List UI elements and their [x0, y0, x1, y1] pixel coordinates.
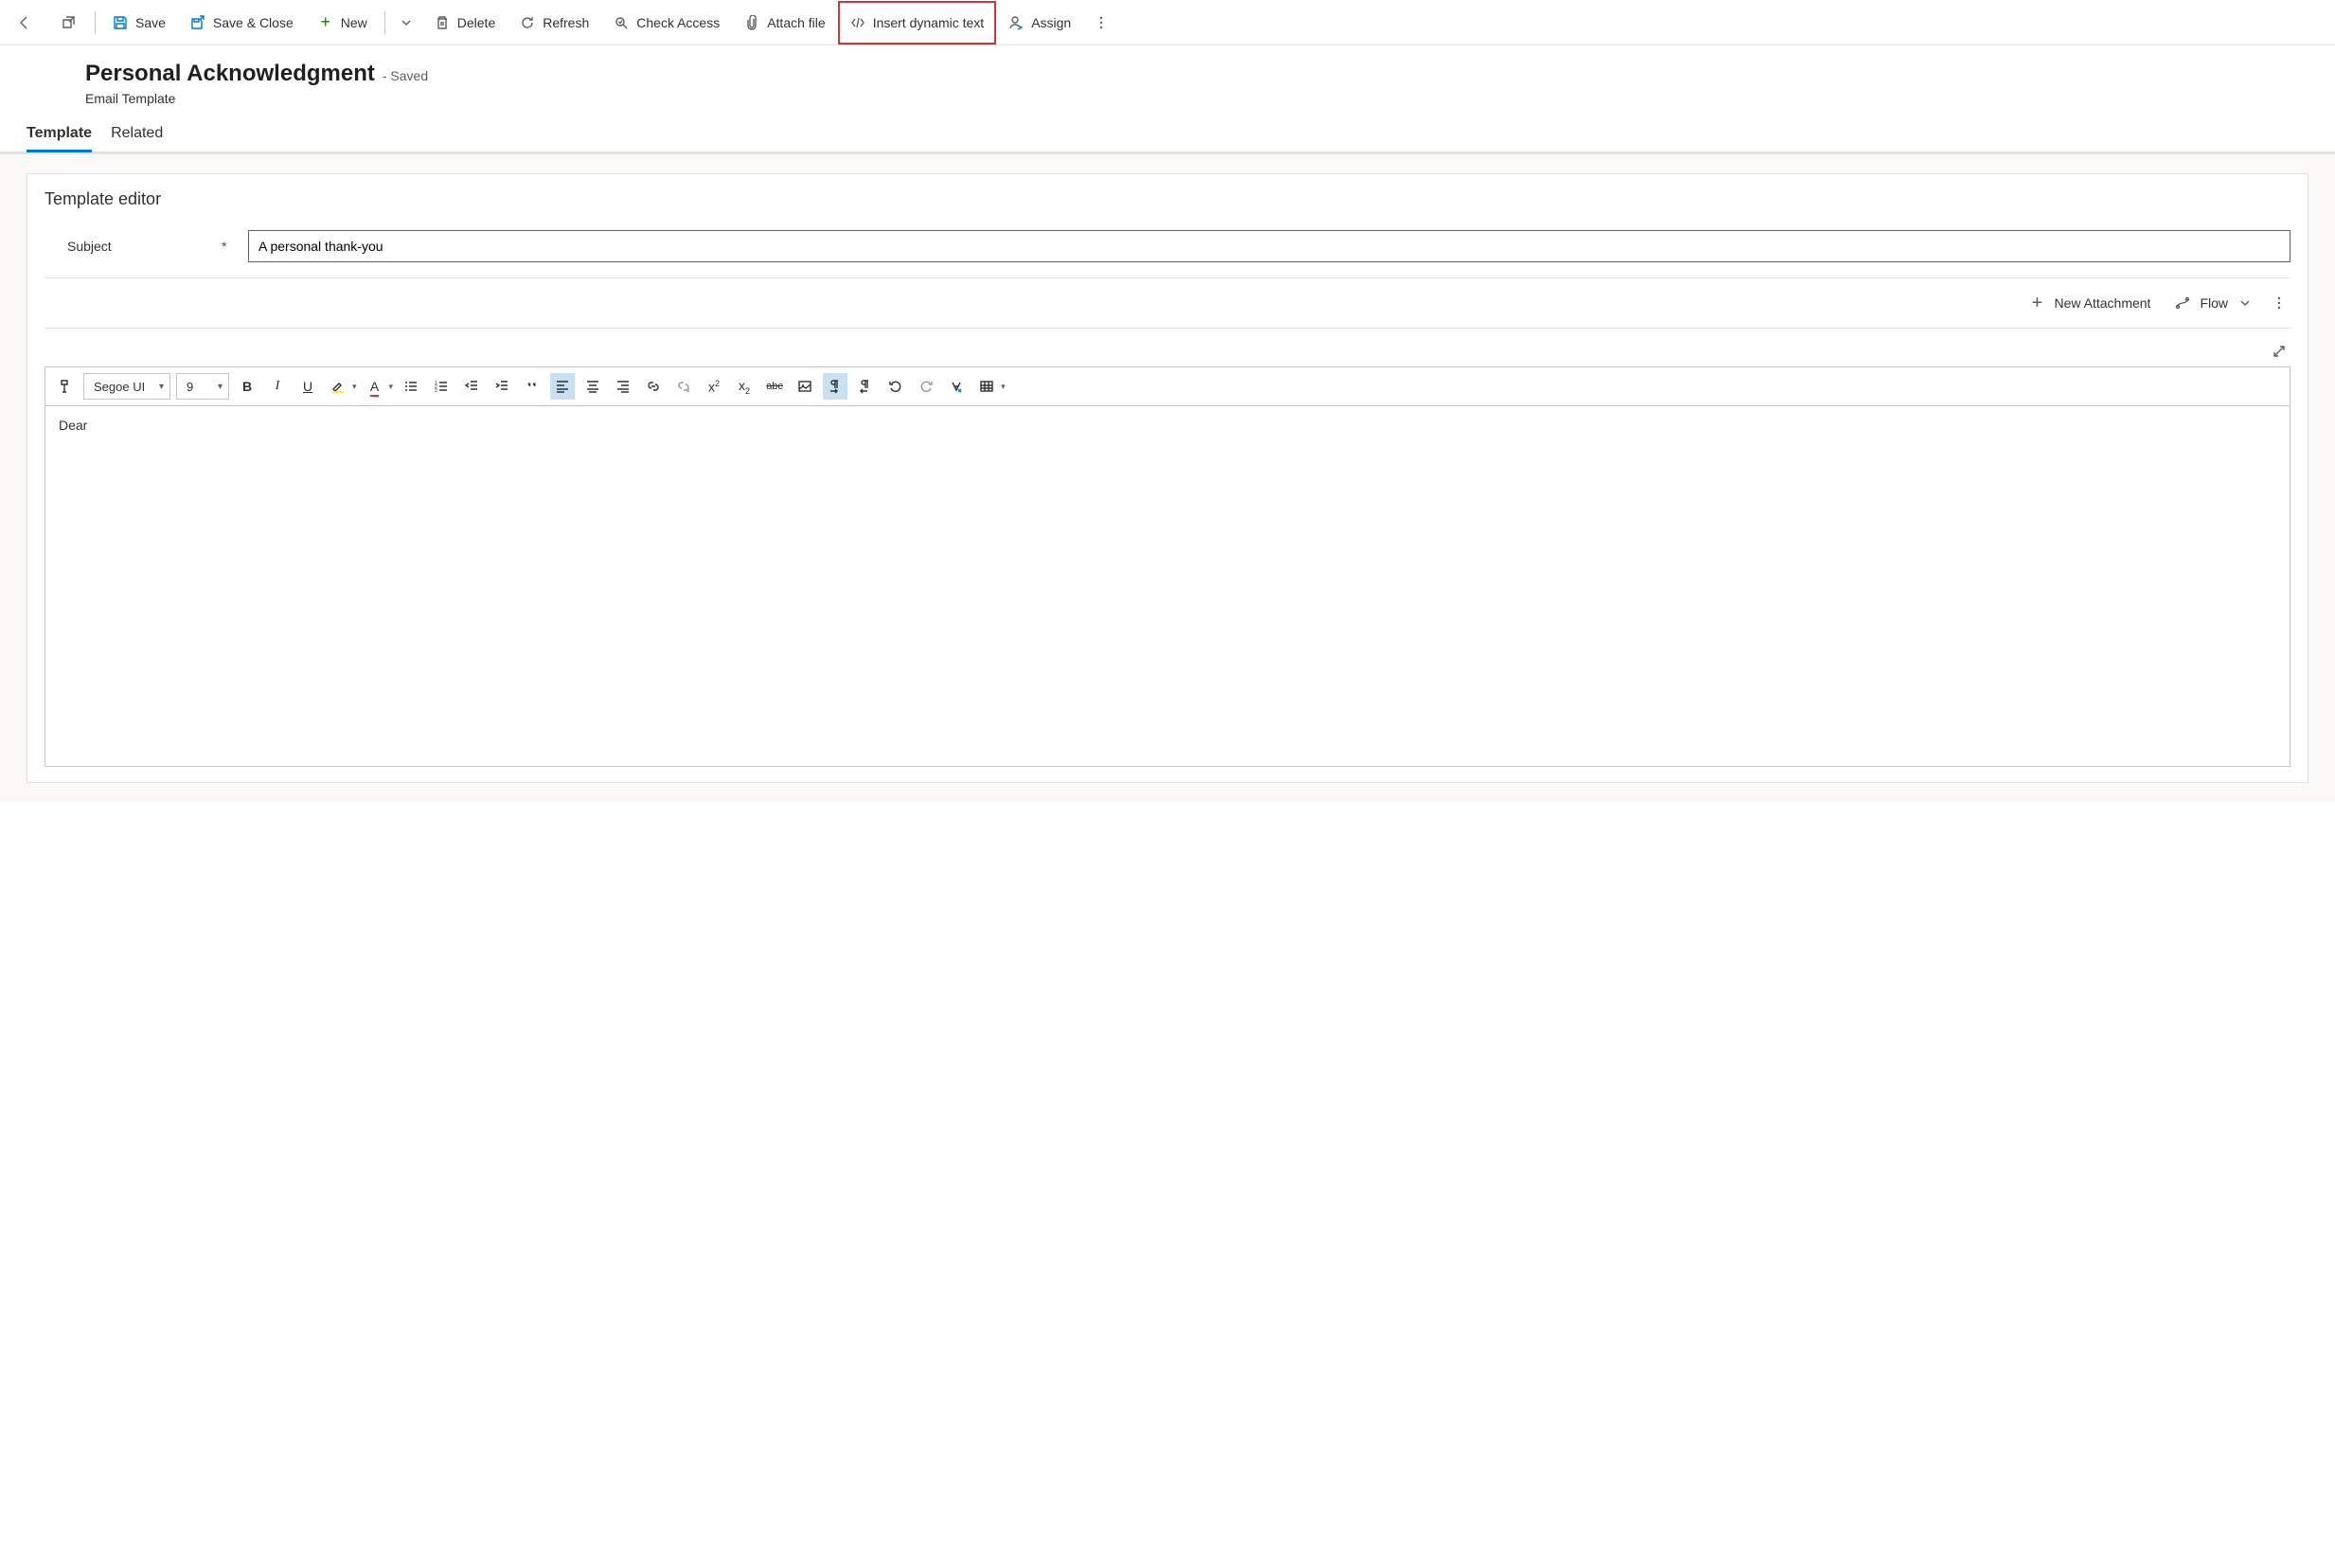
separator	[95, 11, 96, 34]
chevron-down-icon	[2237, 295, 2253, 311]
tabs: Template Related	[0, 106, 2335, 152]
insert-dynamic-text-button[interactable]: Insert dynamic text	[839, 2, 996, 44]
trash-icon	[435, 15, 450, 30]
link-button[interactable]	[641, 373, 666, 400]
new-attachment-label: New Attachment	[2055, 295, 2151, 311]
image-button[interactable]	[793, 373, 817, 400]
entity-type: Email Template	[85, 91, 2308, 106]
superscript-button[interactable]: x2	[702, 373, 726, 400]
strikethrough-button[interactable]: abc	[762, 373, 787, 400]
page-title: Personal Acknowledgment	[85, 61, 375, 87]
plus-icon: +	[318, 15, 333, 30]
assign-label: Assign	[1031, 15, 1071, 30]
bold-button[interactable]: B	[235, 373, 259, 400]
save-icon	[113, 15, 128, 30]
subject-label: Subject	[67, 239, 205, 254]
rtl-button[interactable]	[853, 373, 878, 400]
attachment-toolbar: + New Attachment Flow	[45, 278, 2290, 329]
save-button[interactable]: Save	[101, 2, 177, 44]
align-center-button[interactable]	[580, 373, 605, 400]
highlight-button[interactable]	[326, 373, 350, 400]
redo-button[interactable]	[914, 373, 938, 400]
attachment-overflow-button[interactable]	[2268, 290, 2290, 316]
clear-format-button[interactable]	[944, 373, 969, 400]
refresh-button[interactable]: Refresh	[508, 2, 600, 44]
italic-button[interactable]: I	[265, 373, 290, 400]
more-vertical-icon	[1094, 15, 1109, 30]
flow-icon	[2175, 295, 2190, 311]
attach-file-label: Attach file	[767, 15, 825, 30]
new-label: New	[341, 15, 367, 30]
code-icon	[850, 15, 865, 30]
content-area: Template editor Subject * + New Attachme…	[0, 152, 2335, 802]
more-vertical-icon	[2272, 295, 2287, 311]
new-attachment-button[interactable]: + New Attachment	[2021, 290, 2161, 316]
save-status: - Saved	[383, 68, 428, 83]
bullet-list-button[interactable]	[399, 373, 423, 400]
refresh-label: Refresh	[543, 15, 589, 30]
blockquote-button[interactable]	[520, 373, 544, 400]
back-button[interactable]	[4, 2, 45, 44]
font-color-button[interactable]: A	[363, 373, 387, 400]
template-editor-card: Template editor Subject * + New Attachme…	[27, 173, 2308, 783]
flow-button[interactable]: Flow	[2166, 290, 2262, 316]
save-close-icon	[190, 15, 205, 30]
rich-text-editor: Segoe UI 9 B I U ▾ A ▾	[45, 366, 2290, 767]
attach-file-button[interactable]: Attach file	[733, 2, 836, 44]
save-label: Save	[135, 15, 166, 30]
font-color-dropdown[interactable]: ▾	[389, 382, 394, 392]
editor-toolbar: Segoe UI 9 B I U ▾ A ▾	[45, 367, 2290, 406]
chevron-down-icon	[399, 15, 414, 30]
section-title: Template editor	[45, 189, 2290, 209]
overflow-button[interactable]	[1084, 2, 1118, 44]
subscript-button[interactable]: x2	[732, 373, 757, 400]
expand-icon[interactable]	[2272, 344, 2287, 359]
align-right-button[interactable]	[611, 373, 635, 400]
refresh-icon	[520, 15, 535, 30]
separator	[384, 11, 385, 34]
assign-button[interactable]: Assign	[997, 2, 1082, 44]
flow-label: Flow	[2200, 295, 2228, 311]
table-button[interactable]	[974, 373, 999, 400]
save-close-button[interactable]: Save & Close	[179, 2, 305, 44]
expand-row	[45, 329, 2290, 366]
svg-text:3: 3	[435, 388, 437, 394]
new-button[interactable]: + New	[307, 2, 379, 44]
subject-row: Subject *	[45, 224, 2290, 278]
check-access-button[interactable]: Check Access	[602, 2, 731, 44]
editor-body[interactable]: Dear	[45, 406, 2290, 766]
command-bar: Save Save & Close + New Delete Refresh C…	[0, 0, 2335, 45]
open-new-window-button[interactable]	[47, 2, 89, 44]
delete-label: Delete	[457, 15, 495, 30]
plus-icon: +	[2030, 295, 2045, 311]
undo-button[interactable]	[883, 373, 908, 400]
delete-button[interactable]: Delete	[423, 2, 507, 44]
arrow-left-icon	[17, 15, 32, 30]
subject-input[interactable]	[248, 230, 2290, 262]
format-painter-button[interactable]	[53, 373, 78, 400]
outdent-button[interactable]	[459, 373, 484, 400]
font-family-select[interactable]: Segoe UI	[83, 373, 170, 400]
popout-icon	[61, 15, 76, 30]
check-access-icon	[614, 15, 629, 30]
number-list-button[interactable]: 123	[429, 373, 454, 400]
unlink-button[interactable]	[671, 373, 696, 400]
tab-related[interactable]: Related	[111, 117, 163, 151]
indent-button[interactable]	[490, 373, 514, 400]
required-marker: *	[222, 239, 231, 254]
ltr-button[interactable]	[823, 373, 847, 400]
align-left-button[interactable]	[550, 373, 575, 400]
highlight-dropdown[interactable]: ▾	[352, 382, 357, 392]
save-close-label: Save & Close	[213, 15, 294, 30]
insert-dynamic-label: Insert dynamic text	[873, 15, 985, 30]
assign-icon	[1008, 15, 1024, 30]
font-size-select[interactable]: 9	[176, 373, 229, 400]
check-access-label: Check Access	[636, 15, 720, 30]
underline-button[interactable]: U	[295, 373, 320, 400]
paperclip-icon	[744, 15, 759, 30]
page-header: Personal Acknowledgment - Saved Email Te…	[0, 45, 2335, 106]
new-dropdown[interactable]	[391, 2, 421, 44]
table-dropdown[interactable]: ▾	[1001, 382, 1006, 392]
tab-template[interactable]: Template	[27, 117, 92, 151]
